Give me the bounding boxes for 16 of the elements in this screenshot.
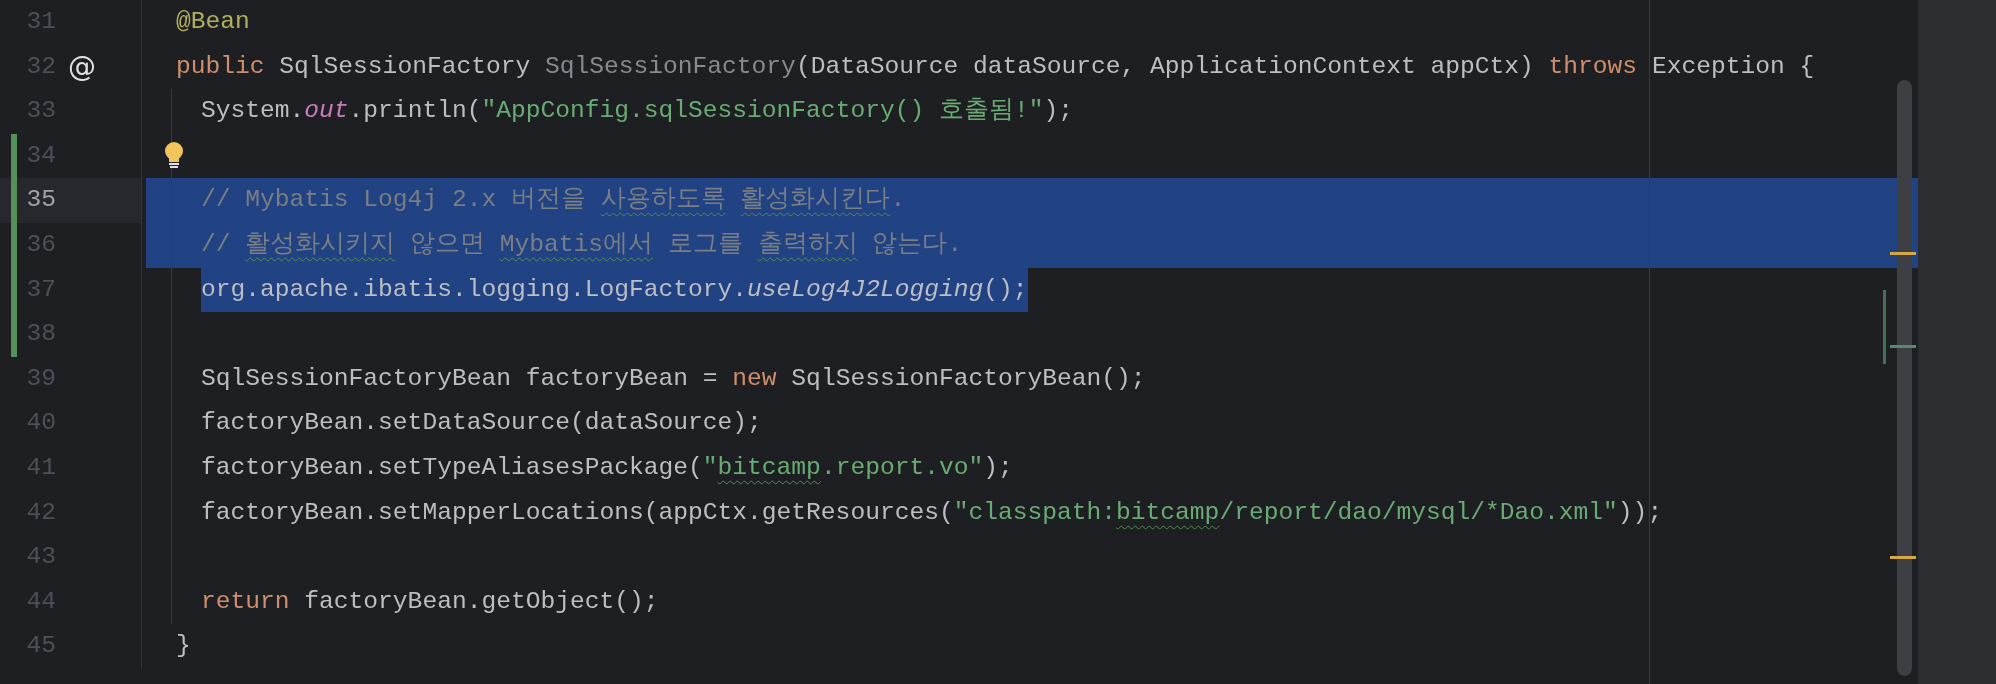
code-line: SqlSessionFactoryBean factoryBean = new SqlSessionFactoryBean();	[201, 363, 1146, 394]
change-stripe-marker	[1890, 345, 1916, 348]
code-line: }	[176, 631, 191, 662]
code-line: System.out.println("AppConfig.sqlSessionFactory() 호출됨!");	[201, 96, 1073, 127]
code-line: factoryBean.setTypeAliasesPackage("bitcamp.report.vo");	[201, 452, 1013, 483]
scrollbar-thumb[interactable]	[1897, 80, 1912, 676]
line-number: 35	[25, 185, 56, 216]
code-line: @Bean	[176, 7, 250, 37]
code-line: public SqlSessionFactory SqlSessionFactory(DataSource dataSource, ApplicationContext appCtx) throws Exception {	[176, 51, 1815, 82]
warning-marker	[1890, 252, 1916, 255]
code-line: factoryBean.setDataSource(dataSource);	[201, 408, 762, 439]
implements-marker[interactable]: @	[68, 44, 96, 90]
code-line: return factoryBean.getObject();	[201, 586, 659, 617]
warning-marker	[1890, 556, 1916, 559]
lightbulb-icon[interactable]	[163, 140, 185, 169]
code-line: factoryBean.setMapperLocations(appCtx.getResources("classpath:bitcamp/report/dao/mysql/*Dao.xml"));	[201, 497, 1663, 528]
